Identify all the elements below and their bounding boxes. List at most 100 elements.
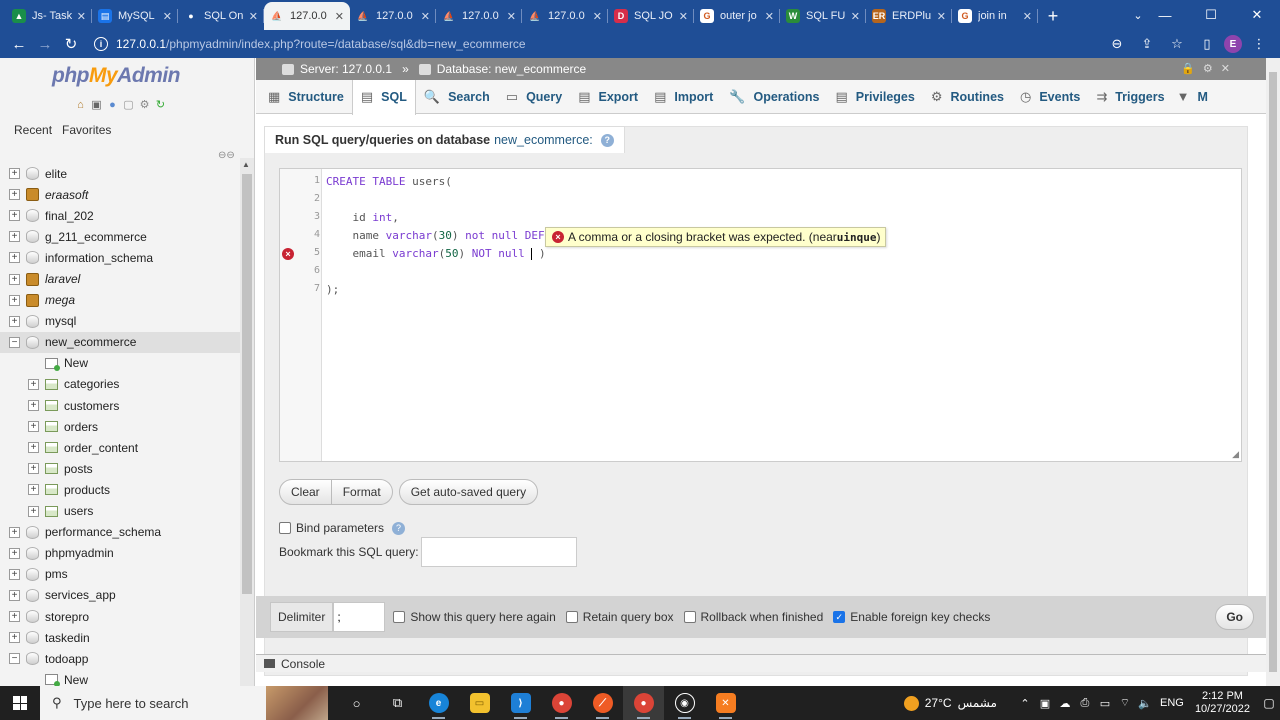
tab-privileges[interactable]: ▤ Privileges bbox=[827, 80, 922, 114]
docs-icon[interactable]: ▢ bbox=[122, 98, 135, 111]
expand-icon[interactable]: + bbox=[9, 315, 20, 327]
nav-scroll-thumb[interactable] bbox=[242, 174, 252, 594]
main-scroll-thumb[interactable] bbox=[1269, 72, 1277, 672]
query-option[interactable]: ✓ Enable foreign key checks bbox=[833, 610, 990, 624]
browser-tab[interactable]: W SQL FU ✕ bbox=[780, 2, 866, 30]
bind-parameters-checkbox[interactable] bbox=[279, 522, 291, 534]
query-option[interactable]: Retain query box bbox=[565, 610, 674, 624]
github-icon[interactable]: ◉ bbox=[664, 686, 705, 720]
clock[interactable]: 2:12 PM 10/27/2022 bbox=[1195, 690, 1250, 716]
expand-icon[interactable]: + bbox=[28, 505, 39, 517]
delimiter-input[interactable] bbox=[333, 602, 386, 632]
zoom-icon[interactable]: ⊖ bbox=[1104, 36, 1130, 52]
start-button[interactable] bbox=[0, 686, 40, 720]
expand-icon[interactable]: + bbox=[9, 294, 20, 306]
browser-tab[interactable]: ▤ MySQL ✕ bbox=[92, 2, 178, 30]
sql-editor[interactable]: 1 2 3 4 5 × 6 7 CREATE TABLE users( id int, nam… bbox=[279, 168, 1242, 462]
usb-icon[interactable]: ⎙ bbox=[1075, 697, 1095, 710]
new-tab-button[interactable]: + bbox=[1038, 2, 1068, 30]
tree-item[interactable]: + users bbox=[0, 501, 240, 522]
expand-icon[interactable]: + bbox=[9, 168, 20, 180]
tree-item[interactable]: + laravel bbox=[0, 268, 240, 289]
reload-nav-icon[interactable]: ↻ bbox=[154, 98, 167, 111]
close-tab-icon[interactable]: ✕ bbox=[679, 10, 688, 23]
browser-tab[interactable]: ⛵ 127.0.0 ✕ bbox=[350, 2, 436, 30]
close-tab-icon[interactable]: ✕ bbox=[335, 10, 344, 23]
tree-item[interactable]: + g_211_ecommerce bbox=[0, 226, 240, 247]
tree-item[interactable]: New bbox=[0, 353, 240, 374]
nav-scrollbar[interactable]: ▲ bbox=[240, 158, 254, 686]
sidebar-toggle-icon[interactable]: ▯ bbox=[1194, 36, 1220, 52]
expand-icon[interactable]: + bbox=[28, 378, 39, 390]
cortana-icon[interactable]: ○ bbox=[336, 686, 377, 720]
close-window-button[interactable]: ✕ bbox=[1234, 0, 1280, 30]
volume-icon[interactable]: 🔈 bbox=[1135, 697, 1155, 710]
tree-item[interactable]: + phpmyadmin bbox=[0, 543, 240, 564]
tree-item[interactable]: + taskedin bbox=[0, 627, 240, 648]
option-checkbox[interactable] bbox=[565, 611, 578, 623]
logout-icon[interactable]: ▣ bbox=[90, 98, 103, 111]
language-indicator[interactable]: ENG bbox=[1155, 697, 1189, 709]
expand-icon[interactable]: + bbox=[9, 273, 20, 285]
tree-item[interactable]: + services_app bbox=[0, 585, 240, 606]
more-tabs-menu[interactable]: ▼ M bbox=[1173, 80, 1212, 114]
expand-icon[interactable]: + bbox=[9, 252, 20, 264]
reload-button[interactable]: ↻ bbox=[58, 30, 84, 58]
tree-item[interactable]: + final_202 bbox=[0, 205, 240, 226]
forward-button[interactable]: → bbox=[32, 30, 58, 58]
tree-item[interactable]: + posts bbox=[0, 458, 240, 479]
phpmyadmin-logo[interactable]: phpMyAdmin bbox=[52, 64, 180, 88]
tab-routines[interactable]: ⚙ Routines bbox=[923, 80, 1012, 114]
scroll-up-icon[interactable]: ▲ bbox=[242, 160, 250, 169]
tree-item[interactable]: + mega bbox=[0, 290, 240, 311]
help-icon[interactable]: ● bbox=[106, 98, 119, 111]
help-icon[interactable]: ? bbox=[600, 133, 614, 147]
main-scrollbar[interactable] bbox=[1266, 58, 1280, 686]
browser-tab[interactable]: ER ERDPlu ✕ bbox=[866, 2, 952, 30]
page-settings-icon[interactable]: ⚙ bbox=[1203, 62, 1213, 75]
back-button[interactable]: ← bbox=[6, 30, 32, 58]
tree-item[interactable]: + elite bbox=[0, 163, 240, 184]
close-tab-icon[interactable]: ✕ bbox=[1023, 10, 1032, 23]
tab-query[interactable]: ▭ Query bbox=[498, 80, 570, 114]
tree-item[interactable]: − todoapp bbox=[0, 648, 240, 669]
chrome-profile-icon[interactable]: ● bbox=[623, 686, 664, 720]
bookmark-input[interactable] bbox=[420, 537, 577, 567]
close-tab-icon[interactable]: ✕ bbox=[421, 10, 430, 23]
breadcrumb-server[interactable]: Server: 127.0.0.1 bbox=[300, 62, 392, 76]
tab-search[interactable]: 🔍 Search bbox=[416, 80, 498, 114]
collapse-header-icon[interactable]: ✕ bbox=[1221, 62, 1230, 75]
tree-item[interactable]: + storepro bbox=[0, 606, 240, 627]
expand-icon[interactable]: + bbox=[9, 189, 20, 201]
settings-icon[interactable]: ⚙ bbox=[138, 98, 151, 111]
expand-icon[interactable]: + bbox=[9, 611, 20, 623]
tree-item[interactable]: + products bbox=[0, 479, 240, 500]
close-tab-icon[interactable]: ✕ bbox=[937, 10, 946, 23]
editor-resize-handle[interactable]: ◢ bbox=[1232, 449, 1239, 460]
format-button[interactable]: Format bbox=[331, 479, 393, 505]
close-tab-icon[interactable]: ✕ bbox=[593, 10, 602, 23]
query-option[interactable]: Show this query here again bbox=[393, 610, 556, 624]
vscode-icon[interactable]: ⟩ bbox=[500, 686, 541, 720]
home-icon[interactable]: ⌂ bbox=[74, 98, 87, 111]
collapse-all-icon[interactable]: ⊖⊖ bbox=[218, 150, 235, 161]
browser-tab[interactable]: ▲ Js- Task ✕ bbox=[6, 2, 92, 30]
browser-tab[interactable]: ⛵ 127.0.0 ✕ bbox=[436, 2, 522, 30]
close-tab-icon[interactable]: ✕ bbox=[851, 10, 860, 23]
close-tab-icon[interactable]: ✕ bbox=[77, 10, 86, 23]
favorites-tab[interactable]: Favorites bbox=[62, 123, 111, 137]
tree-item[interactable]: + performance_schema bbox=[0, 522, 240, 543]
close-tab-icon[interactable]: ✕ bbox=[507, 10, 516, 23]
tree-item[interactable]: + information_schema bbox=[0, 247, 240, 268]
collapse-icon[interactable]: − bbox=[9, 336, 20, 348]
tray-chevron-icon[interactable]: ⌃ bbox=[1015, 697, 1035, 710]
postman-icon[interactable]: ⟋ bbox=[582, 686, 623, 720]
expand-icon[interactable]: + bbox=[9, 231, 20, 243]
close-tab-icon[interactable]: ✕ bbox=[765, 10, 774, 23]
tab-events[interactable]: ◷ Events bbox=[1012, 80, 1088, 114]
browser-tab[interactable]: ⛵ 127.0.0 ✕ bbox=[264, 2, 350, 30]
clear-button[interactable]: Clear bbox=[279, 479, 332, 505]
tab-triggers[interactable]: ⇉ Triggers bbox=[1088, 80, 1172, 114]
browser-tab[interactable]: D SQL JO ✕ bbox=[608, 2, 694, 30]
edge-icon[interactable]: e bbox=[418, 686, 459, 720]
